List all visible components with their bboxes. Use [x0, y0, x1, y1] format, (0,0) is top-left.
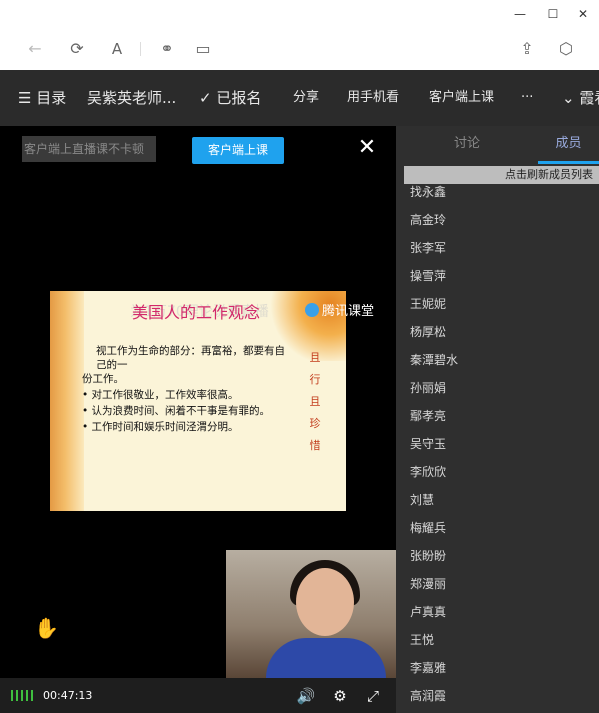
- motto-char: 行: [309, 373, 321, 386]
- signal-level-icon: [11, 690, 33, 701]
- motto-char: 珍: [309, 417, 321, 430]
- minimize-button[interactable]: —: [505, 4, 535, 24]
- refresh-icon[interactable]: ⟳: [66, 38, 88, 60]
- member-list-item[interactable]: 张李军: [410, 234, 446, 262]
- volume-icon[interactable]: 🔊: [296, 686, 316, 706]
- member-list-item[interactable]: 梅耀兵: [410, 514, 446, 542]
- course-nav-bar: ☰ 目录 吴紫英老师... ✓ 已报名 分享 用手机看 客户端上课 ··· ⌄ …: [0, 70, 599, 126]
- fullscreen-icon[interactable]: ⤢: [363, 686, 383, 706]
- member-list-item[interactable]: 刘慧: [410, 486, 434, 514]
- catalog-label: 目录: [36, 89, 67, 107]
- member-list-item[interactable]: 高润霞: [410, 682, 446, 710]
- teacher-camera-feed[interactable]: [226, 550, 396, 678]
- more-button[interactable]: ···: [521, 70, 533, 126]
- settings-gear-icon[interactable]: ⚙: [330, 686, 350, 706]
- motto-char: 且: [309, 351, 321, 364]
- slide-line: 份工作。: [82, 373, 124, 385]
- browser-toolbar: ← ⟳ A ⚭ ▭ ⇪ ⬡: [0, 28, 599, 71]
- window-layout-icon[interactable]: ▭: [192, 38, 214, 60]
- member-list-item[interactable]: 王悦: [410, 626, 434, 654]
- chevron-down-icon: ⌄: [562, 89, 580, 107]
- player-controls: 00:47:13 🔊 ⚙ ⤢: [0, 678, 396, 713]
- presentation-slide: 为1万70理论说看直播 美国人的工作观念 视工作为生命的部分：再富裕，都要有自 …: [50, 291, 346, 511]
- tab-discussion[interactable]: 讨论: [396, 126, 538, 164]
- slide-vertical-motto: 且 行 且 珍 惜: [308, 347, 322, 457]
- menu-icon: ☰: [18, 89, 37, 107]
- close-window-button[interactable]: ✕: [568, 4, 598, 24]
- member-list-item[interactable]: 吴守玉: [410, 430, 446, 458]
- teacher-name[interactable]: 吴紫英老师...: [87, 70, 176, 126]
- member-list-item[interactable]: 秦潭碧水: [410, 346, 458, 374]
- camera-person-face: [296, 568, 354, 636]
- enrolled-label: 已报名: [216, 89, 262, 107]
- elapsed-time: 00:47:13: [43, 689, 93, 702]
- client-tip-text: 客户端上直播课不卡顿: [22, 136, 156, 162]
- member-list-item[interactable]: 高金玲: [410, 206, 446, 234]
- member-sidebar: 讨论 成员 点击刷新成员列表 找永鑫 高金玲 张李军 操雪萍 王妮妮 杨厚松 秦潭碧水 孙丽娟…: [396, 126, 599, 713]
- slide-line: 己的一: [96, 359, 128, 371]
- member-list-item[interactable]: 找永鑫: [410, 178, 446, 206]
- share-out-icon[interactable]: ⇪: [516, 38, 538, 60]
- link-icon[interactable]: ⚭: [156, 38, 178, 60]
- brand-label: 腾讯课堂: [322, 304, 375, 319]
- live-video-area[interactable]: 客户端上直播课不卡顿 客户端上课 ✕ 为1万70理论说看直播 美国人的工作观念 …: [0, 126, 396, 678]
- watch-on-phone-button[interactable]: 用手机看: [347, 70, 399, 126]
- window-titlebar: — ☐ ✕: [0, 0, 599, 28]
- slide-bullet-line: • 认为浪费时间、闲着不干事是有罪的。: [82, 405, 271, 417]
- user-name: 霞看: [579, 89, 599, 107]
- slide-bullet-line: • 对工作很敬业，工作效率很高。: [82, 389, 239, 401]
- motto-char: 且: [309, 395, 321, 408]
- slide-bullet-text: 工作时间和娱乐时间泾渭分明。: [91, 421, 239, 433]
- close-tip-icon[interactable]: ✕: [357, 136, 377, 160]
- tencent-play-logo-icon: [305, 303, 319, 317]
- cube-icon[interactable]: ⬡: [555, 38, 577, 60]
- camera-person-body: [266, 638, 386, 678]
- member-list-item[interactable]: 孙丽娟: [410, 374, 446, 402]
- tencent-classroom-brand: 腾讯课堂: [305, 300, 374, 319]
- checkmark-icon: ✓: [199, 89, 217, 107]
- slide-bullet-line: • 工作时间和娱乐时间泾渭分明。: [82, 421, 239, 433]
- user-menu[interactable]: ⌄ 霞看: [562, 70, 599, 126]
- member-list-item[interactable]: 李嘉雅: [410, 654, 446, 682]
- enrolled-status: ✓ 已报名: [199, 70, 261, 126]
- member-list-item[interactable]: 操雪萍: [410, 262, 446, 290]
- raise-hand-icon[interactable]: ✋: [34, 616, 59, 640]
- member-list-item[interactable]: 鄢孝亮: [410, 402, 446, 430]
- slide-bullet-text: 对工作很敬业，工作效率很高。: [91, 389, 239, 401]
- catalog-button[interactable]: ☰ 目录: [18, 70, 66, 126]
- slide-bullet-text: 认为浪费时间、闲着不干事是有罪的。: [91, 405, 271, 417]
- autumn-leaves-decoration: [50, 291, 84, 511]
- member-list-item[interactable]: 王妮妮: [410, 290, 446, 318]
- member-list-item[interactable]: 卢真真: [410, 598, 446, 626]
- client-class-button[interactable]: 客户端上课: [192, 137, 284, 164]
- toolbar-divider: [140, 42, 141, 56]
- slide-line: 视工作为生命的部分：再富裕，都要有自: [96, 345, 285, 357]
- member-list-item[interactable]: 张盼盼: [410, 542, 446, 570]
- member-list-item[interactable]: 李欣欣: [410, 458, 446, 486]
- back-arrow-icon[interactable]: ←: [24, 38, 46, 60]
- motto-char: 惜: [309, 439, 321, 452]
- maximize-button[interactable]: ☐: [538, 4, 568, 24]
- member-list-item[interactable]: 杨厚松: [410, 318, 446, 346]
- text-size-icon[interactable]: A: [106, 38, 128, 60]
- client-class-nav-button[interactable]: 客户端上课: [429, 70, 494, 126]
- member-list-item[interactable]: 郑漫丽: [410, 570, 446, 598]
- slide-title: 美国人的工作观念: [132, 303, 261, 322]
- share-button[interactable]: 分享: [293, 70, 319, 126]
- active-tab-indicator: [538, 161, 599, 164]
- tab-members[interactable]: 成员: [538, 126, 599, 164]
